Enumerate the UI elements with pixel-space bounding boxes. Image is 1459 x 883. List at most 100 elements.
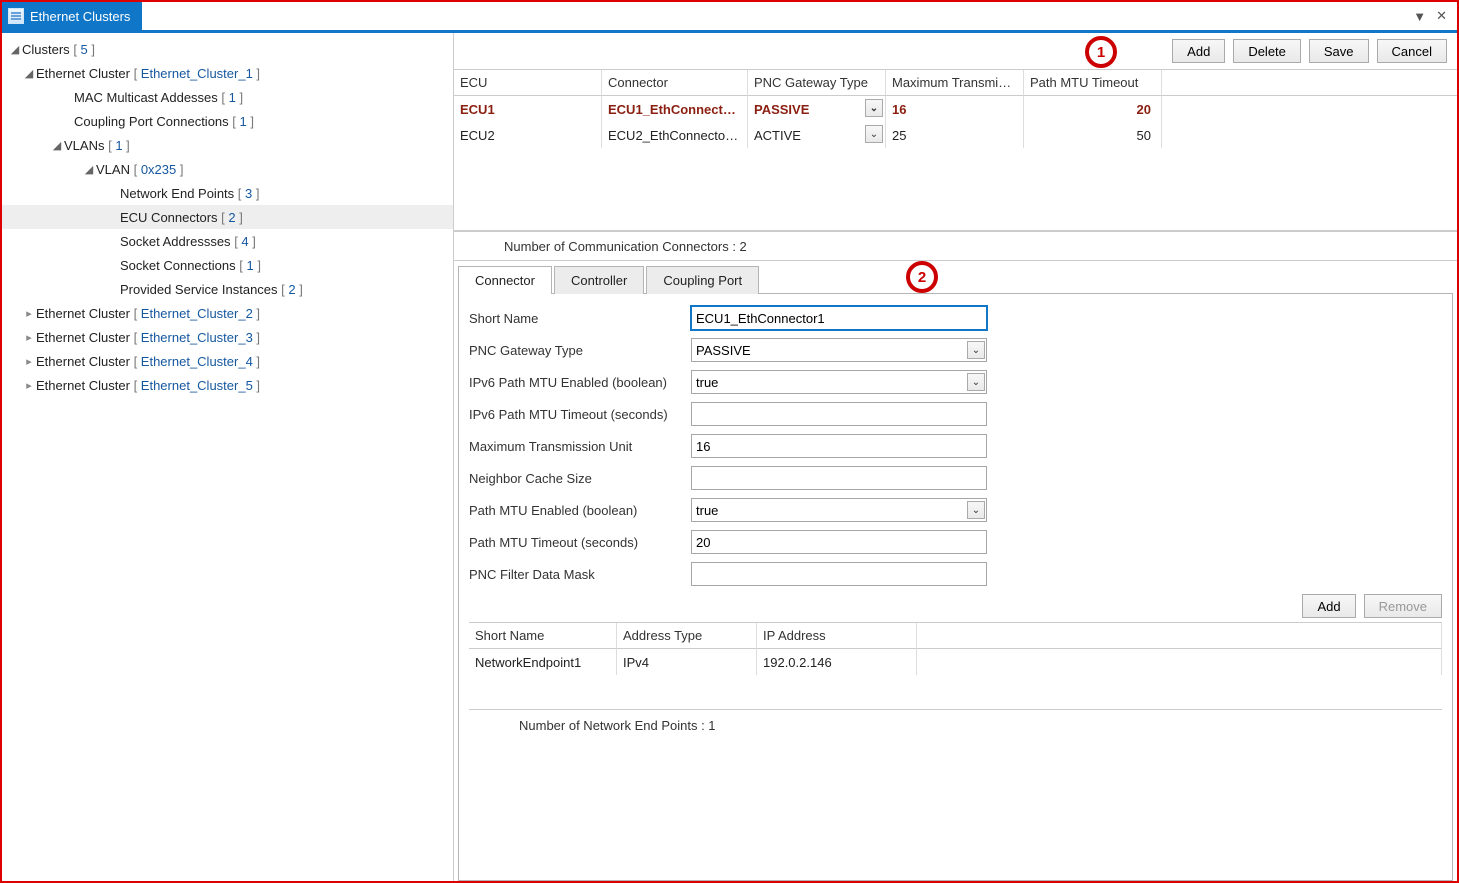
col-ip-address[interactable]: IP Address <box>757 623 917 649</box>
pmtt-input[interactable] <box>691 530 987 554</box>
short-name-input[interactable] <box>691 306 987 330</box>
add-button[interactable]: Add <box>1172 39 1225 63</box>
pfdm-label: PNC Filter Data Mask <box>469 567 691 582</box>
tree-item-network-endpoints[interactable]: Network End Points [ 3 ] <box>2 181 453 205</box>
tree-label: VLANs <box>64 138 104 153</box>
chevron-down-icon[interactable]: ⌄ <box>967 341 985 359</box>
pmte-label: Path MTU Enabled (boolean) <box>469 503 691 518</box>
mtu-input[interactable] <box>691 434 987 458</box>
tree-label: Ethernet Cluster <box>36 330 130 345</box>
chevron-down-icon[interactable]: ⌄ <box>967 501 985 519</box>
chevron-down-icon[interactable]: ⌄ <box>967 373 985 391</box>
table-row[interactable]: ECU1 ECU1_EthConnect… PASSIVE ⌄ 16 20 <box>454 96 1457 122</box>
tree-item-provided-service-instances[interactable]: Provided Service Instances [ 2 ] <box>2 277 453 301</box>
tree-item-ecu-connectors[interactable]: ECU Connectors [ 2 ] <box>2 205 453 229</box>
col-connector[interactable]: Connector <box>602 70 748 96</box>
cancel-button[interactable]: Cancel <box>1377 39 1447 63</box>
tree-item-mac-multicast[interactable]: MAC Multicast Addesses [ 1 ] <box>2 85 453 109</box>
tree-item-cluster-4[interactable]: ▸ Ethernet Cluster [ Ethernet_Cluster_4 … <box>2 349 453 373</box>
cell-pmt[interactable]: 20 <box>1024 96 1162 122</box>
tree-label: ECU Connectors <box>120 210 218 225</box>
tree-root[interactable]: ◢ Clusters [ 5 ] <box>2 37 453 61</box>
table-row[interactable]: NetworkEndpoint1 IPv4 192.0.2.146 <box>469 649 1442 675</box>
col-short-name[interactable]: Short Name <box>469 623 617 649</box>
cell-connector: ECU1_EthConnect… <box>602 96 748 122</box>
endpoint-add-button[interactable]: Add <box>1302 594 1355 618</box>
pnc-gateway-label: PNC Gateway Type <box>469 343 691 358</box>
tree-item-socket-addresses[interactable]: Socket Addressses [ 4 ] <box>2 229 453 253</box>
tree-item-cluster-3[interactable]: ▸ Ethernet Cluster [ Ethernet_Cluster_3 … <box>2 325 453 349</box>
tree-item-vlans[interactable]: ◢ VLANs [ 1 ] <box>2 133 453 157</box>
tree-label: Ethernet Cluster <box>36 66 130 81</box>
tree-label: MAC Multicast Addesses <box>74 90 218 105</box>
window-title-tab: Ethernet Clusters <box>2 2 142 30</box>
pmtt-label: Path MTU Timeout (seconds) <box>469 535 691 550</box>
connector-count-status: Number of Communication Connectors : 2 <box>454 231 1457 261</box>
expand-icon[interactable]: ▸ <box>22 379 36 392</box>
tree-item-vlan[interactable]: ◢ VLAN [ 0x235 ] <box>2 157 453 181</box>
chevron-down-icon[interactable]: ⌄ <box>865 125 883 143</box>
tree-label: VLAN <box>96 162 130 177</box>
tree-item-coupling-port-conn[interactable]: Coupling Port Connections [ 1 ] <box>2 109 453 133</box>
endpoint-remove-button[interactable]: Remove <box>1364 594 1442 618</box>
chevron-down-icon[interactable]: ⌄ <box>865 99 883 117</box>
cell-pnc[interactable]: ACTIVE ⌄ <box>748 122 886 148</box>
table-row[interactable]: ECU2 ECU2_EthConnecto… ACTIVE ⌄ 25 50 <box>454 122 1457 148</box>
tree-label: Coupling Port Connections <box>74 114 229 129</box>
pnc-gateway-select[interactable] <box>691 338 987 362</box>
collapse-icon[interactable]: ◢ <box>82 163 96 176</box>
endpoint-count-status: Number of Network End Points : 1 <box>469 710 1442 740</box>
cell-mtu[interactable]: 25 <box>886 122 1024 148</box>
cell-short-name: NetworkEndpoint1 <box>469 649 617 675</box>
tree-pane: ◢ Clusters [ 5 ] ◢ Ethernet Cluster [ Et… <box>2 33 454 881</box>
ipv6-timeout-input[interactable] <box>691 402 987 426</box>
dropdown-icon[interactable]: ▼ <box>1413 9 1426 24</box>
col-mtu[interactable]: Maximum Transmi… <box>886 70 1024 96</box>
tree-label: Ethernet Cluster <box>36 354 130 369</box>
tree-label: Ethernet Cluster <box>36 306 130 321</box>
col-pnc[interactable]: PNC Gateway Type <box>748 70 886 96</box>
expand-icon[interactable]: ▸ <box>22 355 36 368</box>
cell-address-type: IPv4 <box>617 649 757 675</box>
cell-ip-address: 192.0.2.146 <box>757 649 917 675</box>
mtu-label: Maximum Transmission Unit <box>469 439 691 454</box>
tree-item-socket-connections[interactable]: Socket Connections [ 1 ] <box>2 253 453 277</box>
expand-icon[interactable]: ▸ <box>22 307 36 320</box>
tree-label: Socket Connections <box>120 258 236 273</box>
collapse-icon[interactable]: ◢ <box>22 67 36 80</box>
tab-coupling-port[interactable]: Coupling Port <box>646 266 759 294</box>
cell-ecu: ECU1 <box>454 96 602 122</box>
collapse-icon[interactable]: ◢ <box>50 139 64 152</box>
cell-connector: ECU2_EthConnecto… <box>602 122 748 148</box>
tree-label: Socket Addressses <box>120 234 231 249</box>
pmte-select[interactable] <box>691 498 987 522</box>
col-address-type[interactable]: Address Type <box>617 623 757 649</box>
cell-pnc[interactable]: PASSIVE ⌄ <box>748 96 886 122</box>
pfdm-input[interactable] <box>691 562 987 586</box>
ipv6-timeout-label: IPv6 Path MTU Timeout (seconds) <box>469 407 691 422</box>
tree-item-cluster-1[interactable]: ◢ Ethernet Cluster [ Ethernet_Cluster_1 … <box>2 61 453 85</box>
close-icon[interactable]: ✕ <box>1436 8 1447 24</box>
col-pmt[interactable]: Path MTU Timeout <box>1024 70 1162 96</box>
ipv6-enabled-select[interactable] <box>691 370 987 394</box>
book-icon <box>8 8 24 24</box>
save-button[interactable]: Save <box>1309 39 1369 63</box>
tree-item-cluster-5[interactable]: ▸ Ethernet Cluster [ Ethernet_Cluster_5 … <box>2 373 453 397</box>
tab-controller[interactable]: Controller <box>554 266 644 294</box>
callout-1: 1 <box>1085 36 1117 68</box>
tree-label: Clusters <box>22 42 70 57</box>
col-ecu[interactable]: ECU <box>454 70 602 96</box>
ncs-input[interactable] <box>691 466 987 490</box>
collapse-icon[interactable]: ◢ <box>8 43 22 56</box>
window-title: Ethernet Clusters <box>30 9 130 24</box>
cell-ecu: ECU2 <box>454 122 602 148</box>
tree-label: Network End Points <box>120 186 234 201</box>
tree-item-cluster-2[interactable]: ▸ Ethernet Cluster [ Ethernet_Cluster_2 … <box>2 301 453 325</box>
cell-mtu[interactable]: 16 <box>886 96 1024 122</box>
tab-connector[interactable]: Connector <box>458 266 552 294</box>
endpoint-grid-header: Short Name Address Type IP Address <box>469 623 1442 649</box>
cell-pmt[interactable]: 50 <box>1024 122 1162 148</box>
expand-icon[interactable]: ▸ <box>22 331 36 344</box>
delete-button[interactable]: Delete <box>1233 39 1301 63</box>
grid-header: ECU Connector PNC Gateway Type Maximum T… <box>454 70 1457 96</box>
